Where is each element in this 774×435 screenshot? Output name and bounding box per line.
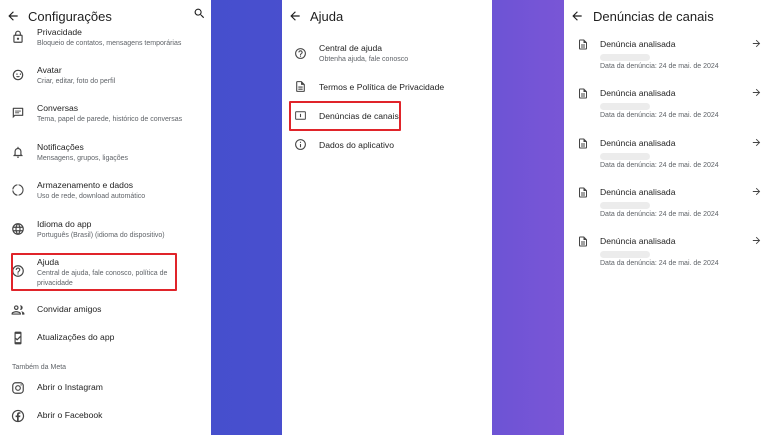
- report-item[interactable]: Denúncia analisada Data da denúncia: 24 …: [564, 86, 774, 131]
- info-icon: [294, 138, 308, 152]
- report-item[interactable]: Denúncia analisada Data da denúncia: 24 …: [564, 185, 774, 230]
- document-icon: [294, 80, 308, 94]
- settings-item-title: Notificações: [37, 142, 84, 152]
- settings-item-title: Armazenamento e dados: [37, 180, 134, 190]
- report-date: Data da denúncia: 24 de mai. de 2024: [600, 211, 719, 218]
- highlight-box-help: [11, 253, 177, 291]
- settings-item-instagram[interactable]: Abrir o Instagram: [0, 381, 211, 397]
- help-item-help-center[interactable]: Central de ajuda Obtenha ajuda, fale con…: [282, 42, 492, 68]
- arrow-right-icon: [751, 186, 762, 197]
- back-arrow-icon[interactable]: [565, 4, 589, 28]
- report-date: Data da denúncia: 24 de mai. de 2024: [600, 63, 719, 70]
- back-arrow-icon[interactable]: [1, 4, 25, 28]
- help-icon: [294, 47, 308, 61]
- phone-update-icon: [11, 331, 25, 345]
- arrow-right-icon: [751, 87, 762, 98]
- settings-item-subtitle: Tema, papel de parede, histórico de conv…: [37, 116, 183, 123]
- instagram-icon: [11, 381, 25, 395]
- report-item[interactable]: Denúncia analisada Data da denúncia: 24 …: [564, 37, 774, 82]
- page-title: Denúncias de canais: [593, 8, 714, 24]
- settings-item-storage[interactable]: Armazenamento e dados Uso de rede, downl…: [0, 179, 211, 205]
- globe-icon: [11, 222, 25, 236]
- help-item-title: Termos e Política de Privacidade: [319, 82, 445, 92]
- document-icon: [577, 235, 589, 248]
- settings-item-subtitle: Criar, editar, foto do perfil: [37, 78, 116, 85]
- report-date: Data da denúncia: 24 de mai. de 2024: [600, 260, 719, 267]
- redacted-channel-name: [600, 153, 650, 160]
- arrow-right-icon: [751, 235, 762, 246]
- channel-reports-panel: Denúncias de canais Denúncia analisada D…: [564, 0, 774, 435]
- settings-item-notifications[interactable]: Notificações Mensagens, grupos, ligações: [0, 141, 211, 167]
- avatar-icon: [11, 68, 25, 82]
- settings-item-title: Idioma do app: [37, 219, 92, 229]
- report-item[interactable]: Denúncia analisada Data da denúncia: 24 …: [564, 234, 774, 279]
- arrow-right-icon: [751, 137, 762, 148]
- settings-item-privacy[interactable]: Privacidade Bloqueio de contatos, mensag…: [0, 27, 211, 51]
- facebook-icon: [11, 409, 25, 423]
- people-icon: [11, 303, 25, 317]
- settings-item-subtitle: Bloqueio de contatos, mensagens temporár…: [37, 40, 182, 47]
- document-icon: [577, 87, 589, 100]
- report-date: Data da denúncia: 24 de mai. de 2024: [600, 162, 719, 169]
- settings-item-title: Abrir o Instagram: [37, 382, 103, 392]
- settings-item-chats[interactable]: Conversas Tema, papel de parede, históri…: [0, 102, 211, 128]
- back-arrow-icon[interactable]: [283, 4, 307, 28]
- settings-item-subtitle: Português (Brasil) (idioma do dispositiv…: [37, 232, 165, 239]
- settings-item-title: Convidar amigos: [37, 304, 102, 314]
- settings-item-facebook[interactable]: Abrir o Facebook: [0, 409, 211, 425]
- settings-item-title: Atualizações do app: [37, 332, 115, 342]
- settings-panel: Configurações Privacidade Bloqueio de co…: [0, 0, 211, 435]
- bell-icon: [11, 145, 25, 159]
- redacted-channel-name: [600, 103, 650, 110]
- redacted-channel-name: [600, 251, 650, 258]
- settings-item-title: Conversas: [37, 103, 79, 113]
- report-title: Denúncia analisada: [600, 88, 676, 98]
- reports-app-bar: Denúncias de canais: [564, 0, 774, 32]
- storage-icon: [11, 183, 25, 197]
- report-item[interactable]: Denúncia analisada Data da denúncia: 24 …: [564, 136, 774, 181]
- settings-item-avatar[interactable]: Avatar Criar, editar, foto do perfil: [0, 64, 211, 90]
- settings-item-language[interactable]: Idioma do app Português (Brasil) (idioma…: [0, 218, 211, 244]
- settings-item-title: Avatar: [37, 65, 62, 75]
- document-icon: [577, 137, 589, 150]
- report-title: Denúncia analisada: [600, 187, 676, 197]
- chat-icon: [11, 106, 25, 120]
- settings-item-title: Abrir o Facebook: [37, 410, 103, 420]
- search-icon[interactable]: [193, 7, 206, 20]
- help-item-subtitle: Obtenha ajuda, fale conosco: [319, 56, 409, 63]
- help-item-title: Central de ajuda: [319, 43, 383, 53]
- settings-item-updates[interactable]: Atualizações do app: [0, 331, 211, 347]
- redacted-channel-name: [600, 54, 650, 61]
- arrow-right-icon: [751, 38, 762, 49]
- document-icon: [577, 38, 589, 51]
- help-item-terms[interactable]: Termos e Política de Privacidade: [282, 80, 492, 96]
- report-date: Data da denúncia: 24 de mai. de 2024: [600, 112, 719, 119]
- help-panel: Ajuda Central de ajuda Obtenha ajuda, fa…: [282, 0, 492, 435]
- redacted-channel-name: [600, 202, 650, 209]
- document-icon: [577, 186, 589, 199]
- section-label-meta: Também da Meta: [12, 364, 67, 371]
- report-title: Denúncia analisada: [600, 39, 676, 49]
- report-title: Denúncia analisada: [600, 138, 676, 148]
- settings-item-subtitle: Mensagens, grupos, ligações: [37, 155, 129, 162]
- page-title: Ajuda: [310, 8, 344, 24]
- report-title: Denúncia analisada: [600, 236, 676, 246]
- page-title: Configurações: [28, 8, 112, 24]
- settings-item-subtitle: Uso de rede, download automático: [37, 193, 146, 200]
- help-item-title: Dados do aplicativo: [319, 140, 395, 150]
- settings-item-title: Privacidade: [37, 27, 82, 37]
- help-item-app-data[interactable]: Dados do aplicativo: [282, 138, 492, 154]
- help-app-bar: Ajuda: [282, 0, 492, 32]
- lock-icon: [11, 30, 25, 44]
- highlight-box-channel-reports: [289, 101, 401, 131]
- settings-item-invite[interactable]: Convidar amigos: [0, 303, 211, 319]
